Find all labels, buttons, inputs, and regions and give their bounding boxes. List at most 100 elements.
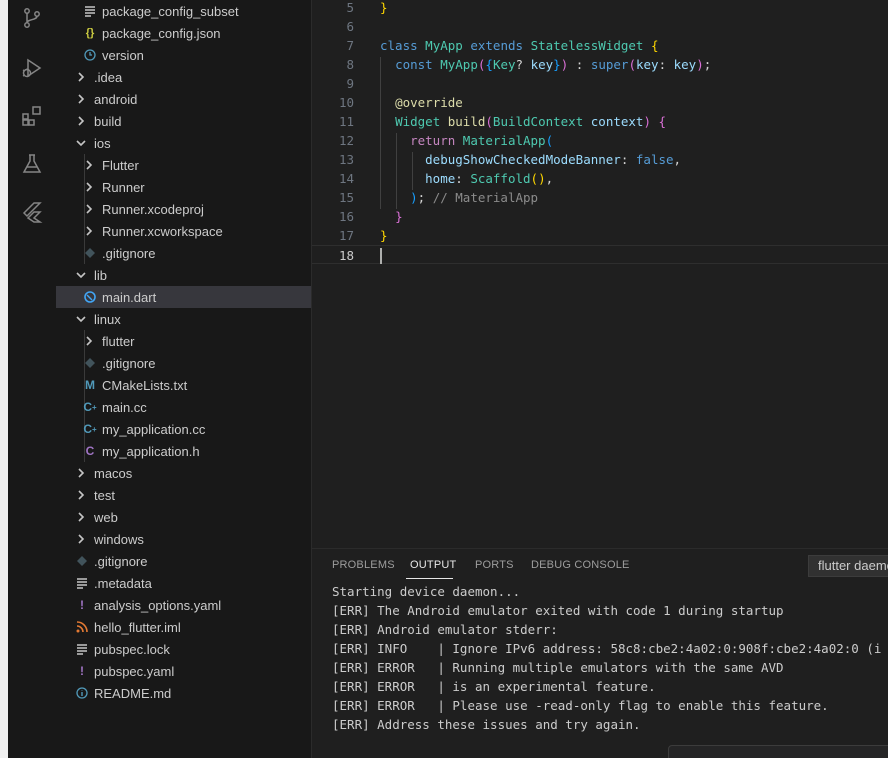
- tree-file[interactable]: Cmy_application.h: [56, 440, 311, 462]
- line-number: 13: [338, 152, 354, 167]
- tab-problems[interactable]: PROBLEMS: [332, 559, 395, 571]
- tree-file[interactable]: main.dart: [56, 286, 311, 308]
- tree-file[interactable]: C + my_application.cc: [56, 418, 311, 440]
- tree-folder[interactable]: Flutter: [56, 154, 311, 176]
- line-number: 15: [338, 190, 354, 205]
- tree-file[interactable]: .metadata: [56, 572, 311, 594]
- tree-item-label: Runner.xcworkspace: [102, 223, 223, 239]
- tree-file[interactable]: pubspec.lock: [56, 638, 311, 660]
- extensions-icon[interactable]: [18, 102, 46, 130]
- code-line[interactable]: 16 }: [312, 207, 888, 226]
- tree-folder[interactable]: build: [56, 110, 311, 132]
- tab-ports[interactable]: PORTS: [475, 559, 514, 571]
- line-number: 18: [338, 248, 354, 263]
- code-text: }: [380, 228, 388, 243]
- tree-item-label: hello_flutter.iml: [94, 619, 181, 635]
- line-number: 17: [338, 228, 354, 243]
- tree-folder[interactable]: Runner.xcodeproj: [56, 198, 311, 220]
- tree-folder[interactable]: windows: [56, 528, 311, 550]
- tree-file[interactable]: README.md: [56, 682, 311, 704]
- tree-folder[interactable]: lib: [56, 264, 311, 286]
- code-line[interactable]: 11 Widget build(BuildContext context) {: [312, 112, 888, 131]
- code-line[interactable]: 10 @override: [312, 93, 888, 112]
- code-line[interactable]: 12 return MaterialApp(: [312, 131, 888, 150]
- testing-icon[interactable]: [18, 150, 46, 178]
- code-line[interactable]: 17}: [312, 226, 888, 245]
- chevron-right-icon: [82, 220, 96, 242]
- output-line: [ERR] Android emulator stderr:: [332, 622, 558, 637]
- tree-folder[interactable]: Runner.xcworkspace: [56, 220, 311, 242]
- tree-item-label: .gitignore: [102, 245, 156, 261]
- tree-folder[interactable]: Runner: [56, 176, 311, 198]
- tree-file[interactable]: .gitignore: [56, 352, 311, 374]
- tree-folder[interactable]: web: [56, 506, 311, 528]
- code-line[interactable]: 6: [312, 17, 888, 36]
- tree-file[interactable]: M CMakeLists.txt: [56, 374, 311, 396]
- tree-folder[interactable]: macos: [56, 462, 311, 484]
- code-text: return MaterialApp(: [410, 133, 554, 148]
- code-line[interactable]: 7 class MyApp extends StatelessWidget {: [312, 36, 888, 55]
- tree-item-label: windows: [94, 531, 144, 547]
- tree-file[interactable]: ! analysis_options.yaml: [56, 594, 311, 616]
- code-line[interactable]: 5}: [312, 0, 888, 17]
- tree-folder[interactable]: android: [56, 88, 311, 110]
- output-line: [ERR] INFO | Ignore IPv6 address: 58c8:c…: [332, 641, 882, 656]
- tree-file[interactable]: ! pubspec.yaml: [56, 660, 311, 682]
- tree-folder[interactable]: .idea: [56, 66, 311, 88]
- bottom-panel: PROBLEMS OUTPUT PORTS DEBUG CONSOLE flut…: [312, 548, 888, 758]
- tree-item-label: test: [94, 487, 115, 503]
- tab-output[interactable]: OUTPUT: [410, 559, 456, 571]
- cmake-icon: M: [85, 378, 95, 392]
- tree-item-label: linux: [94, 311, 121, 327]
- tree-file[interactable]: package_config_subset: [56, 0, 311, 22]
- tree-file[interactable]: .gitignore: [56, 242, 311, 264]
- json-icon: {}: [85, 27, 95, 39]
- tree-item-label: .metadata: [94, 575, 152, 591]
- code-text: home: Scaffold(),: [425, 171, 554, 186]
- tree-folder[interactable]: ios: [56, 132, 311, 154]
- code-line[interactable]: 9: [312, 74, 888, 93]
- source-control-icon[interactable]: [18, 4, 46, 32]
- tree-item-label: Runner: [102, 179, 145, 195]
- chevron-right-icon: [74, 110, 88, 132]
- tree-file[interactable]: C + main.cc: [56, 396, 311, 418]
- tree-item-label: web: [94, 509, 118, 525]
- tree-folder[interactable]: linux: [56, 308, 311, 330]
- chevron-down-icon: [74, 264, 88, 286]
- tree-item-label: .gitignore: [94, 553, 148, 569]
- code-line[interactable]: 8 const MyApp({Key? key}) : super(key: k…: [312, 55, 888, 74]
- code-line[interactable]: 13 debugShowCheckedModeBanner: false,: [312, 150, 888, 169]
- code-text: ); // MaterialApp: [410, 190, 539, 205]
- tree-file[interactable]: .gitignore: [56, 550, 311, 572]
- code-line[interactable]: 15 ); // MaterialApp: [312, 188, 888, 207]
- code-line[interactable]: 14 home: Scaffold(),: [312, 169, 888, 188]
- tree-file[interactable]: hello_flutter.iml: [56, 616, 311, 638]
- tree-item-label: .gitignore: [102, 355, 156, 371]
- tree-item-label: macos: [94, 465, 133, 481]
- code-line[interactable]: 18: [312, 245, 888, 264]
- clock-icon: [82, 44, 98, 66]
- lines-icon: [74, 638, 90, 660]
- yaml-icon: !: [80, 664, 84, 678]
- rss-icon: [74, 616, 90, 638]
- line-number: 5: [346, 0, 354, 15]
- window-edge: [0, 0, 8, 758]
- tree-item-label: my_application.h: [102, 443, 200, 459]
- code-text: debugShowCheckedModeBanner: false,: [425, 152, 682, 167]
- tab-debug-console[interactable]: DEBUG CONSOLE: [531, 559, 630, 571]
- chevron-right-icon: [74, 484, 88, 506]
- line-number: 7: [346, 38, 354, 53]
- output-line: Starting device daemon...: [332, 584, 521, 599]
- flutter-icon[interactable]: [18, 198, 46, 226]
- code-editor[interactable]: 5} 6 7 class MyApp extends StatelessWidget …: [312, 0, 888, 548]
- tree-file[interactable]: {} package_config.json: [56, 22, 311, 44]
- tree-file[interactable]: version: [56, 44, 311, 66]
- output-channel-select[interactable]: flutter daemon: [808, 555, 888, 577]
- chevron-right-icon: [82, 198, 96, 220]
- tree-item-label: CMakeLists.txt: [102, 377, 188, 393]
- tree-folder[interactable]: flutter: [56, 330, 311, 352]
- output-line: [ERR] ERROR | is an experimental feature…: [332, 679, 656, 694]
- tree-folder[interactable]: test: [56, 484, 311, 506]
- chevron-right-icon: [74, 88, 88, 110]
- run-debug-icon[interactable]: [18, 54, 46, 82]
